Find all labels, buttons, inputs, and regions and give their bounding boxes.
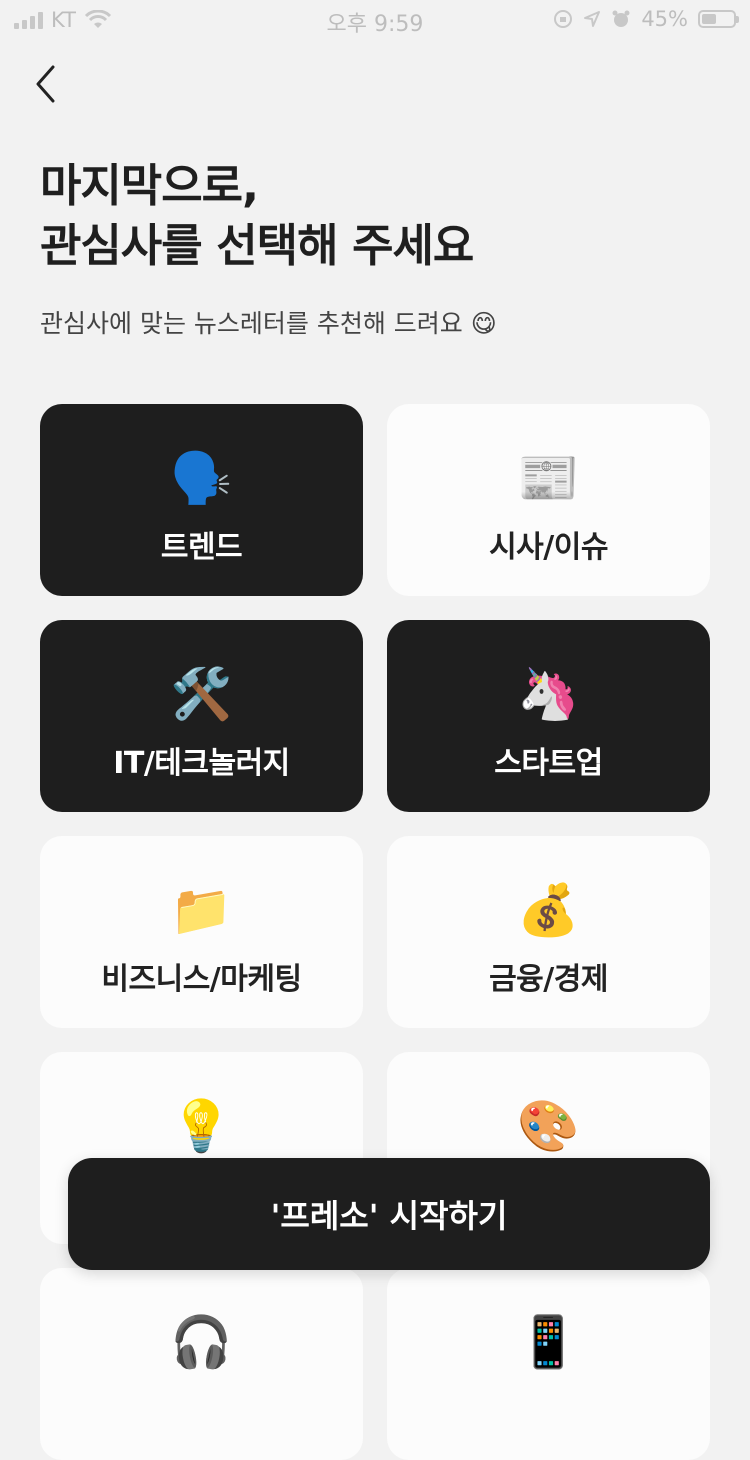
title-line-1: 마지막으로, [40, 159, 259, 212]
start-button[interactable]: '프레소' 시작하기 [68, 1158, 710, 1270]
category-label: 비즈니스/마케팅 [101, 962, 302, 997]
tools-icon: 🛠️ [170, 665, 233, 723]
status-bar: KT 오후 9:59 45% [0, 0, 750, 40]
category-label: 스타트업 [494, 746, 603, 781]
page-subtitle: 관심사에 맞는 뉴스레터를 추천해 드려요 😋 [40, 309, 497, 338]
title-line-2: 관심사를 선택해 주세요 [40, 219, 474, 272]
category-card[interactable]: 📱 [387, 1268, 710, 1460]
category-card[interactable]: 📰 시사/이슈 [387, 404, 710, 596]
orientation-lock-icon [554, 10, 573, 28]
category-grid: 🗣️ 트렌드 📰 시사/이슈 🛠️ IT/테크놀러지 🦄 스타트업 📁 비즈니스/마케팅 💰 금융/경… [40, 404, 710, 1460]
category-label: 금융/경제 [489, 962, 608, 997]
light-bulb-icon: 💡 [170, 1097, 233, 1155]
speaking-head-icon: 🗣️ [170, 449, 233, 507]
mobile-phone-icon: 📱 [517, 1313, 580, 1371]
category-label: 트렌드 [160, 530, 243, 565]
category-card[interactable]: 🗣️ 트렌드 [40, 404, 363, 596]
alarm-icon [612, 10, 630, 27]
palette-icon: 🎨 [517, 1097, 580, 1155]
page-title: 마지막으로, 관심사를 선택해 주세요 [40, 156, 474, 276]
unicorn-icon: 🦄 [517, 665, 580, 723]
category-card[interactable]: 💰 금융/경제 [387, 836, 710, 1028]
status-right: 45% [553, 7, 739, 31]
headphones-icon: 🎧 [170, 1313, 233, 1371]
folder-icon: 📁 [170, 881, 233, 939]
category-card[interactable]: 🎧 [40, 1268, 363, 1460]
battery-percent: 45% [641, 7, 688, 31]
money-bag-icon: 💰 [517, 881, 580, 939]
category-card[interactable]: 🛠️ IT/테크놀러지 [40, 620, 363, 812]
chevron-left-icon [36, 65, 55, 103]
newspaper-icon: 📰 [517, 449, 580, 507]
category-card[interactable]: 🦄 스타트업 [387, 620, 710, 812]
battery-icon [698, 10, 739, 28]
back-button[interactable] [24, 60, 68, 108]
category-card[interactable]: 📁 비즈니스/마케팅 [40, 836, 363, 1028]
location-icon [584, 11, 601, 27]
category-label: IT/테크놀러지 [113, 746, 290, 781]
category-label: 시사/이슈 [489, 530, 608, 565]
